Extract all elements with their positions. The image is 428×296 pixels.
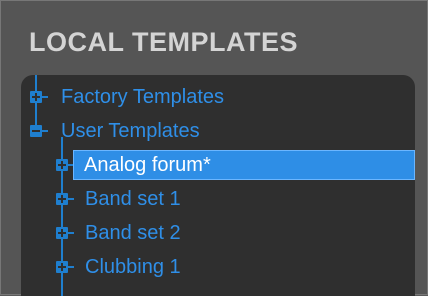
- expand-icon[interactable]: [56, 193, 68, 205]
- tree-branch-line: [68, 266, 74, 268]
- tree-branch-line: [42, 130, 48, 132]
- expand-icon[interactable]: [56, 261, 68, 273]
- expand-icon[interactable]: [56, 227, 68, 239]
- tree-branch-line: [68, 198, 74, 200]
- tree-item-label: Clubbing 1: [85, 255, 181, 278]
- tree-item-clubbing-1[interactable]: Clubbing 1: [21, 252, 415, 282]
- expand-icon[interactable]: [30, 91, 42, 103]
- tree-item-factory-templates[interactable]: Factory Templates: [21, 82, 415, 112]
- tree-item-analog-forum[interactable]: Analog forum*: [21, 150, 415, 180]
- panel-title: LOCAL TEMPLATES: [29, 27, 298, 57]
- tree-item-label: Analog forum*: [84, 153, 211, 176]
- collapse-icon[interactable]: [30, 125, 42, 137]
- tree-item-user-templates[interactable]: User Templates: [21, 116, 415, 146]
- tree-item-label: Band set 2: [85, 221, 181, 244]
- tree-item-band-set-1[interactable]: Band set 1: [21, 184, 415, 214]
- tree-branch-line: [68, 232, 74, 234]
- expand-icon[interactable]: [56, 159, 68, 171]
- tree-item-label: Band set 1: [85, 187, 181, 210]
- templates-tree[interactable]: Factory Templates User Templates Analog …: [21, 75, 415, 296]
- tree-item-label: Factory Templates: [61, 85, 225, 108]
- tree-item-label: User Templates: [61, 119, 200, 142]
- local-templates-panel: LOCAL TEMPLATES Factory Templates User T…: [0, 0, 428, 296]
- tree-item-band-set-2[interactable]: Band set 2: [21, 218, 415, 248]
- tree-branch-line: [42, 96, 48, 98]
